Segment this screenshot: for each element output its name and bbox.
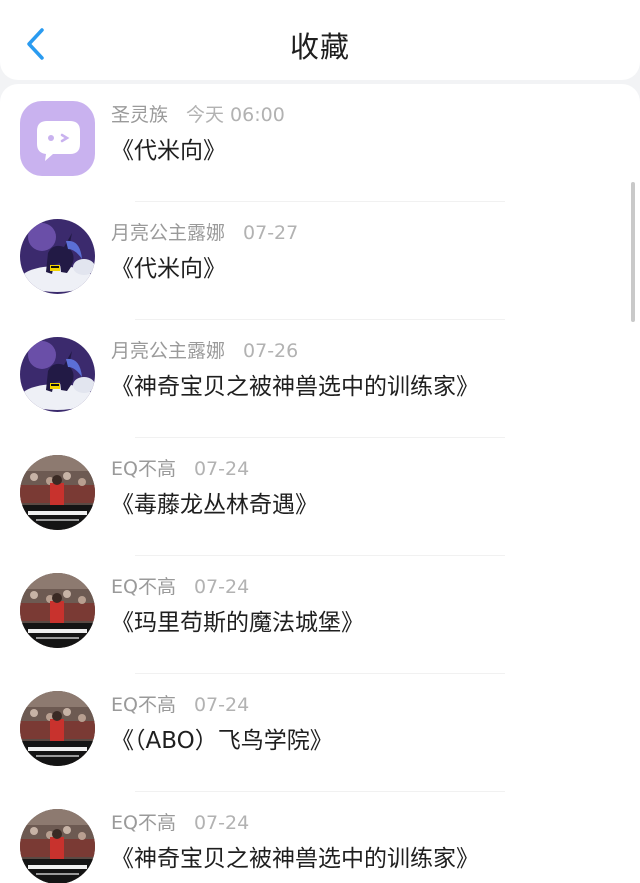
- avatar[interactable]: [20, 809, 95, 883]
- item-meta: EQ不高 07-24: [111, 454, 249, 481]
- favorite-item[interactable]: EQ不高 07-24 《（ABO）飞鸟学院》: [0, 674, 640, 792]
- author-name[interactable]: EQ不高: [111, 576, 176, 598]
- book-title[interactable]: 《代米向》: [111, 131, 226, 165]
- timestamp: 07-24: [193, 812, 250, 834]
- author-name[interactable]: 月亮公主露娜: [111, 222, 225, 244]
- timestamp: 07-24: [193, 694, 250, 716]
- book-title[interactable]: 《毒藤龙丛林奇遇》: [111, 485, 318, 519]
- book-title[interactable]: 《玛里苟斯的魔法城堡》: [111, 603, 364, 637]
- basketball-avatar: [20, 691, 95, 766]
- author-name[interactable]: EQ不高: [111, 694, 176, 716]
- avatar[interactable]: [20, 219, 95, 294]
- avatar[interactable]: [20, 337, 95, 412]
- scrollbar[interactable]: [631, 182, 635, 322]
- favorite-item[interactable]: 月亮公主露娜 07-27 《代米向》: [0, 202, 640, 320]
- page-title: 收藏: [289, 30, 350, 64]
- book-title[interactable]: 《神奇宝贝之被神兽选中的训练家》: [111, 367, 479, 401]
- favorite-item[interactable]: 圣灵族 今天 06:00 《代米向》: [0, 84, 640, 202]
- favorite-item[interactable]: EQ不高 07-24 《毒藤龙丛林奇遇》: [0, 438, 640, 556]
- chat-bubble-icon: [37, 121, 80, 161]
- book-title[interactable]: 《代米向》: [111, 249, 226, 283]
- favorite-item[interactable]: EQ不高 07-24 《玛里苟斯的魔法城堡》: [0, 556, 640, 674]
- item-meta: 月亮公主露娜 07-26: [111, 336, 298, 363]
- nav-bar: 收藏: [0, 0, 640, 80]
- timestamp: 07-26: [243, 340, 299, 362]
- timestamp: 07-24: [193, 458, 250, 480]
- favorite-item[interactable]: 月亮公主露娜 07-26 《神奇宝贝之被神兽选中的训练家》: [0, 320, 640, 438]
- timestamp: 今天 06:00: [186, 104, 285, 126]
- author-name[interactable]: EQ不高: [111, 812, 176, 834]
- author-name[interactable]: EQ不高: [111, 458, 176, 480]
- timestamp: 07-24: [193, 576, 250, 598]
- pony-avatar: [20, 337, 95, 412]
- timestamp: 07-27: [243, 222, 299, 244]
- item-meta: EQ不高 07-24: [111, 572, 249, 599]
- item-meta: 圣灵族 今天 06:00: [111, 100, 285, 127]
- basketball-avatar: [20, 809, 95, 883]
- basketball-avatar: [20, 455, 95, 530]
- book-title[interactable]: 《神奇宝贝之被神兽选中的训练家》: [111, 839, 479, 873]
- author-name[interactable]: 月亮公主露娜: [111, 340, 225, 362]
- author-name[interactable]: 圣灵族: [111, 104, 168, 126]
- avatar[interactable]: [20, 455, 95, 530]
- avatar[interactable]: [20, 573, 95, 648]
- favorites-list[interactable]: 圣灵族 今天 06:00 《代米向》 月亮公主露娜 07-27 《代米向》 月亮…: [0, 84, 640, 883]
- avatar[interactable]: [20, 691, 95, 766]
- book-title[interactable]: 《（ABO）飞鸟学院》: [111, 721, 333, 755]
- item-meta: 月亮公主露娜 07-27: [111, 218, 298, 245]
- item-meta: EQ不高 07-24: [111, 690, 249, 717]
- pony-avatar: [20, 219, 95, 294]
- basketball-avatar: [20, 573, 95, 648]
- avatar[interactable]: [20, 101, 95, 176]
- favorite-item[interactable]: EQ不高 07-24 《神奇宝贝之被神兽选中的训练家》: [0, 792, 640, 883]
- item-meta: EQ不高 07-24: [111, 808, 249, 835]
